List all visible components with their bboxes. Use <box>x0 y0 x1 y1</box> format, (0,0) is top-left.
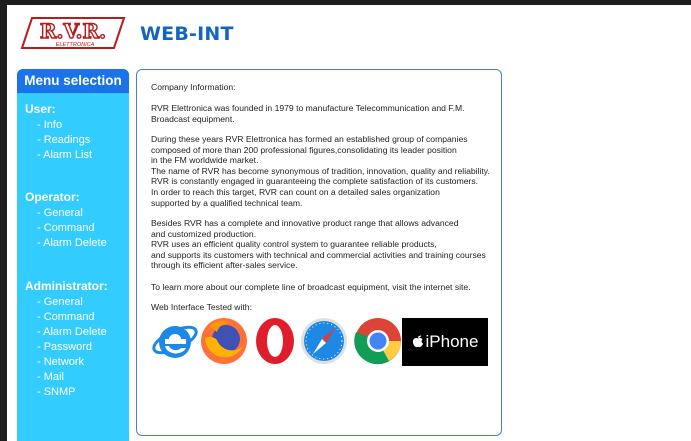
logo-text: R.V.R. <box>40 19 106 43</box>
sidebar-item-admin-network[interactable]: - Network <box>37 356 84 368</box>
sidebar-item-info[interactable]: - Info <box>37 119 62 131</box>
section-user: User: <box>25 102 56 116</box>
section-operator: Operator: <box>25 190 80 204</box>
info-paragraph-website: To learn more about our complete line of… <box>151 282 471 292</box>
rvr-logo: R.V.R. ELETTRONICA <box>18 15 128 55</box>
sidebar-menu: Menu selection User: - Info - Readings -… <box>17 69 129 441</box>
sidebar-item-readings[interactable]: - Readings <box>37 134 90 146</box>
sidebar-item-admin-general[interactable]: - General <box>37 296 83 308</box>
iphone-logo: iPhone <box>402 318 488 366</box>
page-title: WEB-INT <box>140 23 234 45</box>
apple-icon <box>412 335 423 348</box>
firefox-icon <box>201 318 247 364</box>
safari-icon <box>301 318 347 364</box>
ie-icon <box>152 325 198 358</box>
iphone-label: iPhone <box>425 332 479 351</box>
sidebar-item-admin-alarm-delete[interactable]: - Alarm Delete <box>37 326 107 338</box>
info-paragraph-products: Besides RVR has a complete and innovativ… <box>151 218 486 271</box>
opera-icon <box>256 318 294 364</box>
info-heading: Company Information: <box>151 82 236 92</box>
sidebar-item-operator-command[interactable]: - Command <box>37 222 94 234</box>
sidebar-item-operator-alarm-delete[interactable]: - Alarm Delete <box>37 237 107 249</box>
section-administrator: Administrator: <box>25 279 108 293</box>
info-paragraph-history: During these years RVR Elettronica has f… <box>151 134 490 208</box>
tested-with-label: Web Interface Tested with: <box>151 302 252 312</box>
sidebar-item-admin-snmp[interactable]: - SNMP <box>37 386 76 398</box>
logo-subtext: ELETTRONICA <box>56 42 95 48</box>
sidebar-item-admin-mail[interactable]: - Mail <box>37 371 64 383</box>
browser-icons: iPhone <box>151 316 491 372</box>
sidebar-item-admin-password[interactable]: - Password <box>37 341 92 353</box>
page: R.V.R. ELETTRONICA WEB-INT Menu selectio… <box>7 5 691 441</box>
chrome-icon <box>354 318 401 365</box>
info-paragraph-founded: RVR Elettronica was founded in 1979 to m… <box>151 103 465 124</box>
sidebar-item-admin-command[interactable]: - Command <box>37 311 94 323</box>
company-info-panel: Company Information: RVR Elettronica was… <box>136 69 502 436</box>
sidebar-item-alarm-list[interactable]: - Alarm List <box>37 149 92 161</box>
menu-title: Menu selection <box>17 69 129 93</box>
sidebar-item-operator-general[interactable]: - General <box>37 207 83 219</box>
